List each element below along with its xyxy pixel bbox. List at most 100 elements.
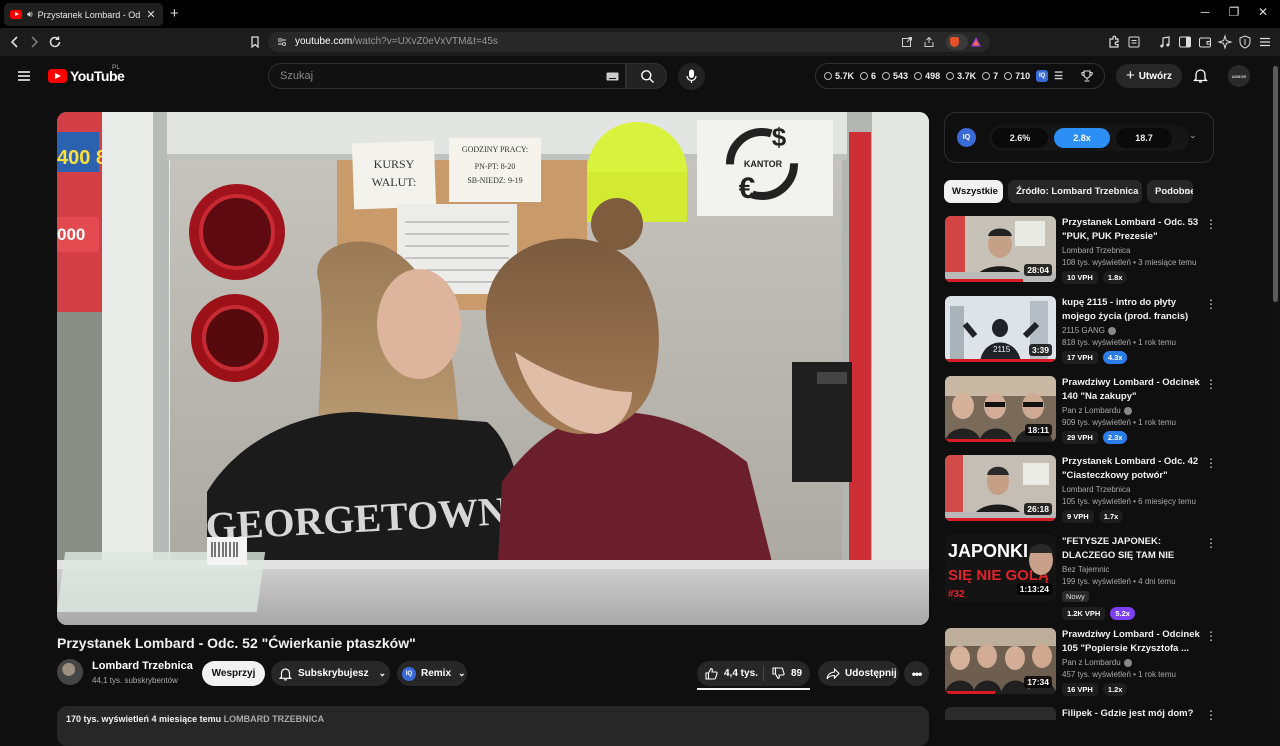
video-title[interactable]: kupę 2115 - intro do płyty mojego życia …: [1062, 296, 1204, 324]
reload-icon[interactable]: [47, 34, 63, 50]
vidiq-logo-icon[interactable]: IQ: [957, 128, 976, 147]
voice-search-button[interactable]: [678, 63, 705, 90]
video-thumbnail[interactable]: 28:04: [945, 216, 1056, 282]
video-title[interactable]: Prawdziwy Lombard - Odcinek 140 "Na zaku…: [1062, 376, 1204, 404]
scrollbar-thumb[interactable]: [1273, 66, 1278, 302]
more-vertical-icon[interactable]: ⋮: [1205, 537, 1217, 549]
more-vertical-icon[interactable]: ⋮: [1205, 218, 1217, 230]
subscribe-button[interactable]: Subskrybujesz ⌄: [271, 661, 390, 686]
more-vertical-icon[interactable]: ⋮: [1205, 298, 1217, 310]
user-avatar[interactable]: ADBOR: [1228, 65, 1250, 87]
recommendation-card[interactable]: 26:18 Przystanek Lombard - Odc. 42 "Cias…: [945, 455, 1217, 527]
like-button[interactable]: 4,4 tys.: [697, 661, 763, 686]
brave-rewards-icon[interactable]: [970, 36, 982, 48]
recommendation-card[interactable]: 28:04 Przystanek Lombard - Odc. 53 "PUK,…: [945, 216, 1217, 288]
more-vertical-icon[interactable]: ⋮: [1205, 378, 1217, 390]
more-vertical-icon[interactable]: ⋮: [1205, 457, 1217, 469]
expand-chevron-icon[interactable]: ⌄: [1189, 130, 1197, 141]
video-title[interactable]: Prawdziwy Lombard - Odcinek 105 "Popiers…: [1062, 628, 1204, 656]
recommendation-card[interactable]: 18:11 Prawdziwy Lombard - Odcinek 140 "N…: [945, 376, 1217, 448]
hamburger-menu-icon[interactable]: [16, 68, 32, 84]
plus-icon: +: [1125, 67, 1135, 84]
channel-name[interactable]: Lombard Trzebnica: [92, 660, 193, 672]
restore-icon[interactable]: ❐: [1224, 5, 1244, 19]
browser-tab[interactable]: 🔊︎ Przystanek Lombard - Odc. 52 ✕: [4, 3, 163, 26]
video-thumbnail[interactable]: 18:11: [945, 376, 1056, 442]
video-title[interactable]: Filipek - Gdzie jest mój dom?: [1062, 707, 1204, 720]
recommendation-card[interactable]: 2115 3:39 kupę 2115 - intro do płyty moj…: [945, 296, 1217, 368]
channel-avatar[interactable]: [57, 659, 83, 685]
like-dislike-group: 4,4 tys. 89: [697, 661, 810, 690]
bookmark-icon[interactable]: [247, 34, 263, 50]
speaker-icon[interactable]: 🔊︎: [27, 9, 33, 20]
video-title[interactable]: Przystanek Lombard - Odc. 42 "Ciasteczko…: [1062, 455, 1204, 483]
more-horizontal-icon: •••: [911, 666, 923, 681]
recommendation-card[interactable]: Filipek - Gdzie jest mój dom? ⋮: [945, 707, 1215, 720]
video-title[interactable]: "FETYSZE JAPONEK: DLACZEGO SIĘ TAM NIE G…: [1062, 535, 1204, 563]
support-button[interactable]: Wesprzyj: [202, 661, 265, 686]
brave-shields-icon[interactable]: [946, 34, 968, 50]
keyboard-icon[interactable]: [606, 72, 619, 81]
tab-close-icon[interactable]: ✕: [145, 8, 157, 21]
share-page-icon[interactable]: [923, 36, 935, 48]
multiplier-badge: 1.2x: [1102, 683, 1128, 696]
video-thumbnail[interactable]: 17:34: [945, 628, 1056, 694]
share-button[interactable]: Udostępnij: [818, 661, 899, 686]
new-tab-icon[interactable]: +: [170, 5, 179, 22]
address-bar[interactable]: youtube.com/watch?v=UXvZ0eVxVTM&t=45s: [268, 32, 990, 52]
trophy-icon[interactable]: [1080, 69, 1094, 83]
remix-button[interactable]: IQ Remix ⌄: [397, 661, 467, 686]
create-button[interactable]: + Utwórz: [1116, 64, 1182, 88]
search-input[interactable]: Szukaj: [268, 63, 626, 89]
minimize-icon[interactable]: ─: [1195, 5, 1215, 19]
youtube-logo[interactable]: YouTube PL: [48, 64, 125, 84]
channel-name: Pan z Lombardu: [1062, 406, 1204, 415]
watch-progress: [945, 518, 1056, 521]
leo-ai-icon[interactable]: [1217, 34, 1233, 50]
chips-next-chevron-icon[interactable]: ›: [1186, 183, 1190, 198]
open-in-app-icon[interactable]: [901, 36, 913, 48]
site-settings-icon[interactable]: [276, 36, 288, 48]
description-box[interactable]: 170 tys. wyświetleń 4 miesiące temu LOMB…: [57, 706, 929, 746]
vidiq-stats-bar[interactable]: 5.7K 6 543 498 3.7K 7 710 IQ ☰: [815, 63, 1105, 89]
extensions-icon[interactable]: [1106, 34, 1122, 50]
recommendation-card[interactable]: 17:34 Prawdziwy Lombard - Odcinek 105 "P…: [945, 628, 1217, 700]
clock-icon: [824, 72, 832, 80]
video-thumbnail[interactable]: JAPONKI SIĘ NIE GOLĄ #32 1:13:24: [945, 535, 1056, 601]
video-thumbnail[interactable]: 26:18: [945, 455, 1056, 521]
more-vertical-icon[interactable]: ⋮: [1205, 709, 1215, 720]
back-icon[interactable]: [7, 34, 23, 50]
multiplier-badge: 1.7x: [1098, 510, 1124, 523]
media-icon[interactable]: [1157, 34, 1173, 50]
vidiq-logo-icon[interactable]: IQ: [1036, 70, 1049, 82]
video-title[interactable]: Przystanek Lombard - Odc. 53 "PUK, PUK P…: [1062, 216, 1204, 244]
multiplier-badge: 4.3x: [1102, 351, 1128, 364]
multiplier-badge: 2.3x: [1102, 431, 1128, 444]
iq-engagement-value: 2.6%: [992, 128, 1048, 148]
video-thumbnail[interactable]: 2115 3:39: [945, 296, 1056, 362]
video-player[interactable]: 400 8 000 KURSY WALUT: GODZINY PRACY: PN…: [57, 112, 929, 625]
channel-name: Pan z Lombardu: [1062, 658, 1204, 667]
forward-icon[interactable]: [26, 34, 42, 50]
list-icon[interactable]: ☰: [1054, 71, 1063, 82]
recommendation-card[interactable]: JAPONKI SIĘ NIE GOLĄ #32 1:13:24 "FETYSZE …: [945, 535, 1217, 623]
search-button[interactable]: [626, 63, 667, 89]
video-meta: 457 tys. wyświetleń • 1 rok temu: [1062, 670, 1176, 679]
more-actions-button[interactable]: •••: [904, 661, 929, 686]
menu-icon[interactable]: [1257, 34, 1273, 50]
dislike-button[interactable]: 89: [764, 661, 810, 686]
chip-source[interactable]: Źródło: Lombard Trzebnica: [1008, 180, 1142, 203]
vpn-shield-icon[interactable]: [1237, 34, 1253, 50]
sidebar-icon[interactable]: [1177, 34, 1193, 50]
chip-all[interactable]: Wszystkie: [944, 180, 1003, 203]
video-duration: 18:11: [1024, 424, 1052, 436]
video-duration: 28:04: [1024, 264, 1052, 276]
video-thumbnail[interactable]: [945, 707, 1056, 720]
wallet-icon[interactable]: [1197, 34, 1213, 50]
window-close-icon[interactable]: ✕: [1253, 5, 1273, 19]
channel-name: Lombard Trzebnica: [1062, 485, 1131, 494]
reader-icon[interactable]: [1126, 34, 1142, 50]
more-vertical-icon[interactable]: ⋮: [1205, 630, 1217, 642]
kursy-sign-line1: KURSY: [374, 157, 415, 171]
notifications-bell-icon[interactable]: [1193, 67, 1208, 84]
